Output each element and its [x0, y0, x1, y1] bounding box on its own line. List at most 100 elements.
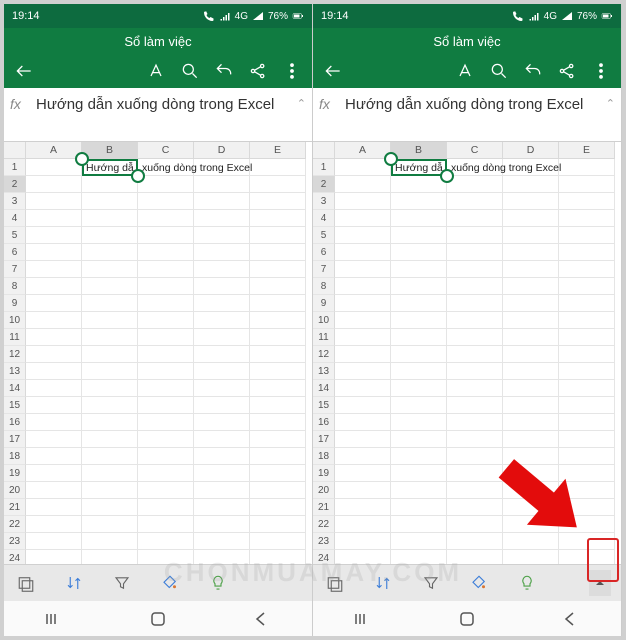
sort-icon[interactable]	[62, 571, 86, 595]
row-22[interactable]: 22	[313, 516, 335, 533]
col-A[interactable]: A	[26, 142, 82, 159]
row-17[interactable]: 17	[313, 431, 335, 448]
col-D[interactable]: D	[503, 142, 559, 159]
formula-bar[interactable]: fx Hướng dẫn xuống dòng trong Excel ⌃	[313, 88, 621, 142]
row-10[interactable]: 10	[313, 312, 335, 329]
nav-back[interactable]	[557, 609, 583, 629]
search-icon[interactable]	[178, 59, 202, 83]
formula-bar[interactable]: fx Hướng dẫn xuống dòng trong Excel ⌃	[4, 88, 312, 142]
row-19[interactable]: 19	[4, 465, 26, 482]
col-E[interactable]: E	[250, 142, 306, 159]
row-2[interactable]: 2	[4, 176, 26, 193]
row-6[interactable]: 6	[313, 244, 335, 261]
collapse-caret-icon[interactable]: ⌃	[297, 94, 306, 110]
select-all-corner[interactable]	[4, 142, 26, 159]
spreadsheet[interactable]: A B C D E 1 2 3 4 5 6 7 8 9 10 11 12 13 …	[4, 142, 312, 564]
font-icon[interactable]	[144, 59, 168, 83]
row-13[interactable]: 13	[313, 363, 335, 380]
row-16[interactable]: 16	[4, 414, 26, 431]
row-18[interactable]: 18	[313, 448, 335, 465]
row-20[interactable]: 20	[4, 482, 26, 499]
font-icon[interactable]	[453, 59, 477, 83]
formula-input[interactable]: Hướng dẫn xuống dòng trong Excel	[345, 94, 600, 116]
row-8[interactable]: 8	[4, 278, 26, 295]
row-5[interactable]: 5	[313, 227, 335, 244]
filter-icon[interactable]	[110, 571, 134, 595]
row-6[interactable]: 6	[4, 244, 26, 261]
col-C[interactable]: C	[138, 142, 194, 159]
row-1[interactable]: 1	[4, 159, 26, 176]
cell-B2[interactable]	[82, 176, 138, 193]
selection-handle-tl[interactable]	[75, 152, 89, 166]
row-8[interactable]: 8	[313, 278, 335, 295]
row-16[interactable]: 16	[313, 414, 335, 431]
filter-icon[interactable]	[419, 571, 443, 595]
row-15[interactable]: 15	[313, 397, 335, 414]
spreadsheet[interactable]: A B C D E 1 2 3 4 5 6 7 8 9 10 11 12 13 …	[313, 142, 621, 564]
row-14[interactable]: 14	[4, 380, 26, 397]
idea-icon[interactable]	[515, 571, 539, 595]
row-4[interactable]: 4	[4, 210, 26, 227]
row-15[interactable]: 15	[4, 397, 26, 414]
row-23[interactable]: 23	[313, 533, 335, 550]
col-D[interactable]: D	[194, 142, 250, 159]
nav-home[interactable]	[454, 609, 480, 629]
nav-home[interactable]	[145, 609, 171, 629]
fill-icon[interactable]	[467, 571, 491, 595]
row-11[interactable]: 11	[313, 329, 335, 346]
select-all-corner[interactable]	[313, 142, 335, 159]
col-E[interactable]: E	[559, 142, 615, 159]
fill-icon[interactable]	[158, 571, 182, 595]
cell-B2[interactable]	[391, 176, 447, 193]
search-icon[interactable]	[487, 59, 511, 83]
row-21[interactable]: 21	[313, 499, 335, 516]
selection-handle-br[interactable]	[440, 169, 454, 183]
share-icon[interactable]	[555, 59, 579, 83]
nav-back[interactable]	[248, 609, 274, 629]
row-3[interactable]: 3	[4, 193, 26, 210]
row-12[interactable]: 12	[313, 346, 335, 363]
nav-recents[interactable]	[42, 609, 68, 629]
sheets-icon[interactable]	[14, 571, 38, 595]
more-icon[interactable]	[589, 59, 613, 83]
row-21[interactable]: 21	[4, 499, 26, 516]
row-9[interactable]: 9	[313, 295, 335, 312]
formula-input[interactable]: Hướng dẫn xuống dòng trong Excel	[36, 94, 291, 116]
row-24[interactable]: 24	[4, 550, 26, 564]
row-9[interactable]: 9	[4, 295, 26, 312]
row-10[interactable]: 10	[4, 312, 26, 329]
col-C[interactable]: C	[447, 142, 503, 159]
sheets-icon[interactable]	[323, 571, 347, 595]
row-23[interactable]: 23	[4, 533, 26, 550]
undo-icon[interactable]	[521, 59, 545, 83]
share-icon[interactable]	[246, 59, 270, 83]
row-7[interactable]: 7	[313, 261, 335, 278]
row-4[interactable]: 4	[313, 210, 335, 227]
row-2[interactable]: 2	[313, 176, 335, 193]
row-11[interactable]: 11	[4, 329, 26, 346]
back-icon[interactable]	[12, 59, 36, 83]
row-12[interactable]: 12	[4, 346, 26, 363]
sort-icon[interactable]	[371, 571, 395, 595]
undo-icon[interactable]	[212, 59, 236, 83]
more-icon[interactable]	[280, 59, 304, 83]
nav-recents[interactable]	[351, 609, 377, 629]
idea-icon[interactable]	[206, 571, 230, 595]
selection-handle-br[interactable]	[131, 169, 145, 183]
row-13[interactable]: 13	[4, 363, 26, 380]
row-24[interactable]: 24	[313, 550, 335, 564]
row-17[interactable]: 17	[4, 431, 26, 448]
collapse-caret-icon[interactable]: ⌃	[606, 94, 615, 110]
row-14[interactable]: 14	[313, 380, 335, 397]
row-19[interactable]: 19	[313, 465, 335, 482]
row-20[interactable]: 20	[313, 482, 335, 499]
row-7[interactable]: 7	[4, 261, 26, 278]
row-22[interactable]: 22	[4, 516, 26, 533]
col-B[interactable]: B	[82, 142, 138, 159]
expand-ribbon-button[interactable]	[589, 570, 611, 596]
col-B[interactable]: B	[391, 142, 447, 159]
row-18[interactable]: 18	[4, 448, 26, 465]
row-1[interactable]: 1	[313, 159, 335, 176]
row-5[interactable]: 5	[4, 227, 26, 244]
col-A[interactable]: A	[335, 142, 391, 159]
